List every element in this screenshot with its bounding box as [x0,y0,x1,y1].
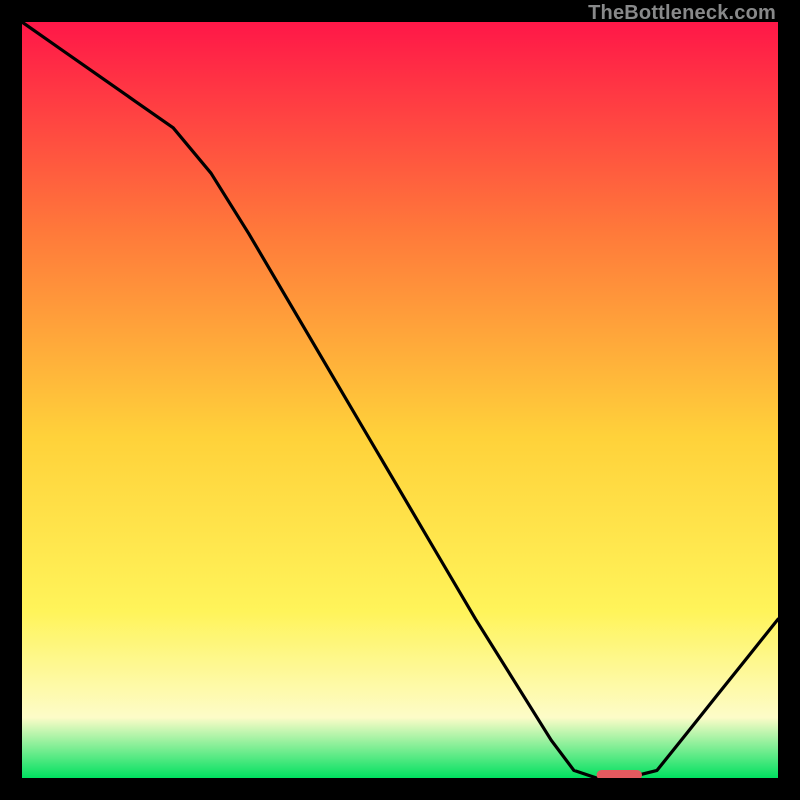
plot-area [22,22,778,778]
gradient-background [22,22,778,778]
optimal-marker [597,770,642,778]
chart-frame: TheBottleneck.com [0,0,800,800]
bottleneck-chart [22,22,778,778]
